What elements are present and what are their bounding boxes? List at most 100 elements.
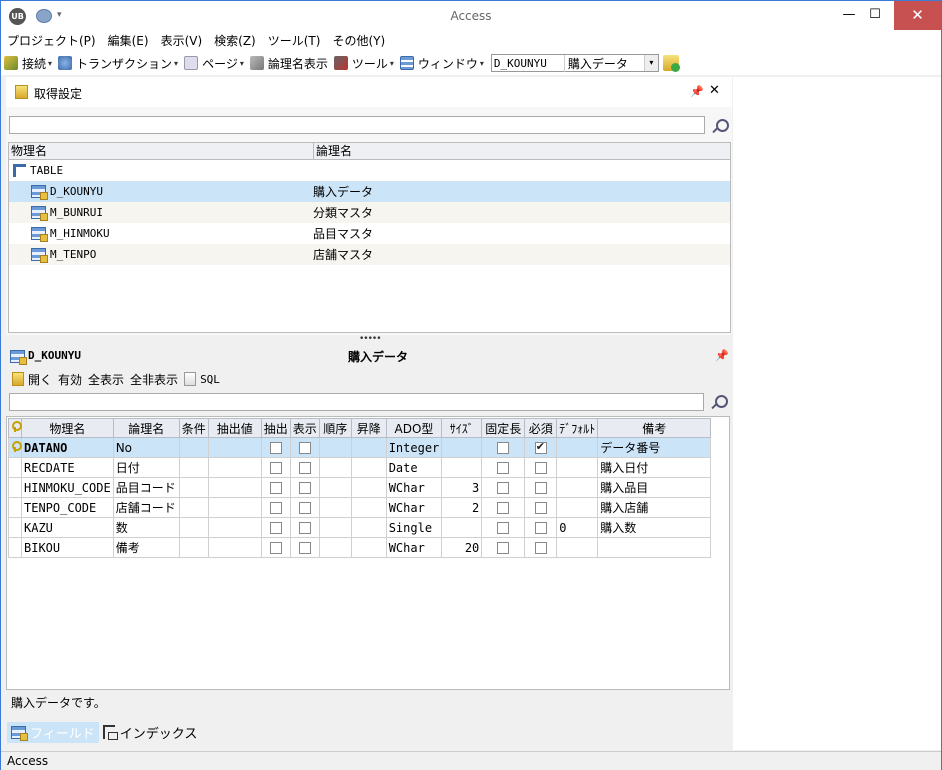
column-header[interactable]: 順序 — [318, 418, 352, 438]
field-ado-type: WChar — [388, 480, 425, 495]
extract-checkbox[interactable] — [269, 502, 282, 514]
fixed-length-checkbox[interactable] — [497, 542, 510, 554]
close-button[interactable]: ✕ — [894, 1, 941, 30]
pin-icon[interactable]: 📌 — [715, 349, 729, 362]
table-row[interactable]: KAZU 数 Single 0 購入数 — [8, 517, 712, 538]
fixed-length-checkbox[interactable] — [497, 482, 510, 494]
required-checkbox[interactable] — [534, 502, 547, 514]
menu-tools[interactable]: ツール(T) — [262, 31, 327, 51]
column-header[interactable]: 条件 — [178, 418, 209, 438]
required-checkbox[interactable] — [534, 522, 547, 534]
index-icon — [102, 725, 118, 740]
column-physical[interactable]: 物理名 — [9, 143, 313, 159]
column-header[interactable]: 抽出 — [260, 418, 291, 438]
extract-checkbox[interactable] — [269, 442, 282, 454]
menu-search[interactable]: 検索(Z) — [208, 31, 262, 51]
table-search-input[interactable] — [9, 116, 705, 134]
pin-icon[interactable]: 📌 — [690, 85, 704, 98]
tree-logical: 分類マスタ — [313, 206, 374, 220]
tree-row[interactable]: M_BUNRUI 分類マスタ — [9, 202, 730, 223]
open-button[interactable]: 開く — [9, 371, 55, 388]
tab-indexes[interactable]: インデックス — [99, 722, 202, 743]
display-checkbox[interactable] — [298, 462, 311, 474]
menu-project[interactable]: プロジェクト(P) — [1, 31, 102, 51]
chevron-down-icon[interactable]: ▾ — [643, 55, 658, 71]
table-row[interactable]: RECDATE 日付 Date 購入日付 — [8, 457, 712, 478]
required-checkbox[interactable] — [534, 542, 547, 554]
tree-row[interactable]: M_TENPO 店舗マスタ — [9, 244, 730, 265]
show-all-button[interactable]: 全表示 — [85, 371, 127, 388]
maximize-button[interactable]: ☐ — [853, 1, 897, 30]
page-button[interactable]: ページ ▾ — [181, 52, 247, 74]
connect-button[interactable]: 接続 ▾ — [1, 52, 55, 74]
field-physical: KAZU — [24, 520, 53, 535]
tree-physical: D_KOUNYU — [50, 185, 103, 198]
search-icon[interactable] — [710, 394, 728, 410]
tree-row[interactable]: D_KOUNYU 購入データ — [9, 181, 730, 202]
table-icon — [10, 350, 27, 365]
refresh-icon[interactable] — [662, 55, 680, 72]
table-row[interactable]: HINMOKU_CODE 品目コード WChar 3 購入品目 — [8, 477, 712, 498]
column-header[interactable]: 固定長 — [481, 418, 526, 438]
extract-checkbox[interactable] — [269, 482, 282, 494]
open-label: 開く — [28, 372, 53, 387]
tree-row[interactable]: M_HINMOKU 品目マスタ — [9, 223, 730, 244]
column-header[interactable]: 論理名 — [112, 418, 180, 438]
hide-all-button[interactable]: 全非表示 — [127, 371, 181, 388]
empty-workspace — [733, 77, 941, 750]
display-checkbox[interactable] — [298, 502, 311, 514]
close-icon[interactable]: ✕ — [709, 83, 720, 98]
column-header[interactable]: ﾃﾞﾌｫﾙﾄ — [556, 418, 599, 438]
extract-checkbox[interactable] — [269, 462, 282, 474]
table-row[interactable]: DATANO No Integer データ番号 — [8, 437, 712, 458]
column-header[interactable]: 備考 — [597, 418, 712, 438]
dropdown-icon: ▾ — [479, 58, 484, 68]
column-logical[interactable]: 論理名 — [313, 143, 352, 159]
fixed-length-checkbox[interactable] — [497, 522, 510, 534]
fixed-length-checkbox[interactable] — [497, 442, 510, 454]
column-header[interactable]: ｻｲｽﾞ — [441, 418, 483, 438]
column-header[interactable]: 物理名 — [21, 418, 114, 438]
logical-name-button[interactable]: 論理名表示 — [247, 52, 331, 74]
display-checkbox[interactable] — [298, 522, 311, 534]
fixed-length-checkbox[interactable] — [497, 502, 510, 514]
fixed-length-checkbox[interactable] — [497, 462, 510, 474]
tab-fields[interactable]: フィールド — [7, 721, 99, 743]
table-row[interactable]: TENPO_CODE 店舗コード WChar 2 購入店舗 — [8, 497, 712, 518]
column-header[interactable]: ADO型 — [385, 418, 443, 438]
menu-other[interactable]: その他(Y) — [326, 31, 391, 51]
field-physical: HINMOKU_CODE — [24, 480, 111, 495]
required-checkbox[interactable] — [534, 462, 547, 474]
display-checkbox[interactable] — [298, 442, 311, 454]
display-checkbox[interactable] — [298, 542, 311, 554]
column-header[interactable]: 表示 — [289, 418, 320, 438]
field-search-input[interactable] — [9, 393, 704, 411]
sql-button[interactable]: SQL — [181, 372, 223, 386]
panel-header: 取得設定 📌 ✕ — [6, 77, 732, 107]
extract-checkbox[interactable] — [269, 522, 282, 534]
panel-splitter[interactable]: ••••• — [359, 334, 382, 344]
transaction-button[interactable]: トランザクション ▾ — [55, 52, 181, 74]
menu-edit[interactable]: 編集(E) — [102, 31, 155, 51]
tree-root[interactable]: TABLE — [9, 160, 730, 181]
menu-view[interactable]: 表示(V) — [155, 31, 209, 51]
table-row[interactable]: BIKOU 備考 WChar 20 — [8, 537, 712, 558]
display-checkbox[interactable] — [298, 482, 311, 494]
search-icon[interactable] — [711, 118, 729, 134]
sql-icon — [184, 372, 197, 386]
column-header[interactable]: 昇降 — [350, 418, 387, 438]
context-table-select[interactable]: D_KOUNYU 購入データ ▾ — [490, 54, 659, 72]
required-checkbox[interactable] — [534, 482, 547, 494]
required-checkbox[interactable] — [534, 440, 547, 454]
column-header[interactable]: 必須 — [524, 418, 558, 438]
tree-icon — [13, 164, 26, 177]
transaction-icon — [58, 56, 73, 70]
enable-button[interactable]: 有効 — [55, 371, 85, 388]
tree-physical: M_BUNRUI — [50, 206, 103, 219]
extract-checkbox[interactable] — [269, 542, 282, 554]
window-button[interactable]: ウィンドウ ▾ — [397, 52, 487, 74]
tree-header: 物理名 論理名 — [9, 143, 730, 160]
field-size: 20 — [464, 540, 480, 555]
column-header[interactable]: 抽出値 — [207, 418, 262, 438]
tools-button[interactable]: ツール ▾ — [331, 52, 397, 74]
